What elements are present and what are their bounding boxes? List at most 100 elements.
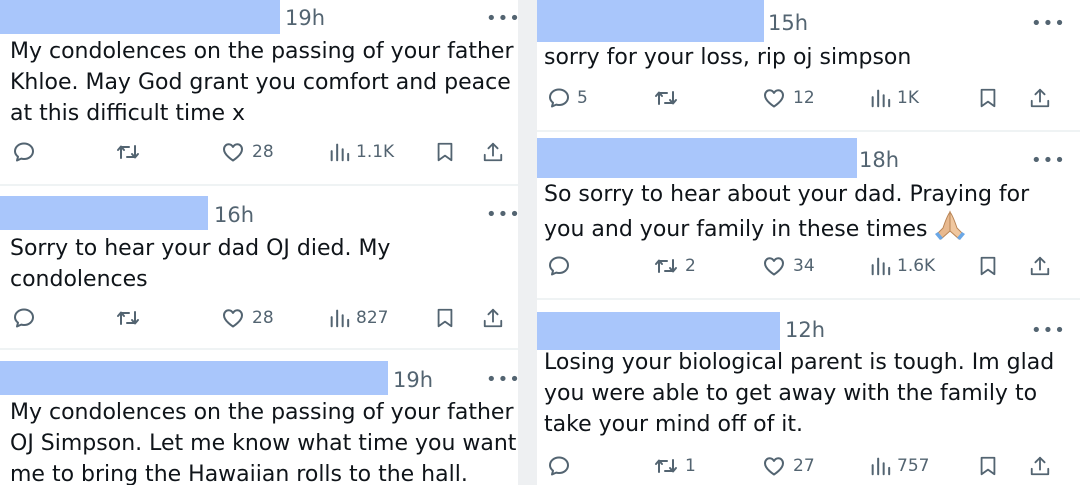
views-icon — [328, 140, 350, 164]
more-options-icon[interactable]: ••• — [486, 206, 518, 224]
more-options-icon[interactable]: ••• — [1031, 15, 1066, 33]
tweet-text-line: me to bring the Hawaiian rolls to the ha… — [10, 462, 468, 485]
retweet-icon — [115, 306, 141, 330]
reply-icon — [547, 86, 571, 110]
like-button[interactable]: 27 — [761, 454, 815, 478]
tweet-card[interactable]: 15h ••• sorry for your loss, rip oj simp… — [537, 0, 1080, 130]
retweet-count: 1 — [685, 456, 696, 476]
retweet-button[interactable]: 1 — [653, 454, 696, 478]
tweet-card[interactable]: 19h ••• My condolences on the passing of… — [0, 0, 518, 184]
views-button[interactable]: 827 — [328, 306, 388, 330]
tweet-card[interactable]: 19h ••• My condolences on the passing of… — [0, 350, 518, 485]
tweet-time[interactable]: 19h — [393, 368, 433, 392]
retweet-icon — [653, 454, 679, 478]
retweet-icon — [653, 254, 679, 278]
redacted-username — [0, 196, 208, 230]
right-screenshot: 15h ••• sorry for your loss, rip oj simp… — [537, 0, 1080, 485]
more-options-icon[interactable]: ••• — [486, 371, 518, 389]
share-button[interactable] — [1029, 86, 1051, 110]
tweet-text-line: sorry for your loss, rip oj simpson — [544, 45, 912, 70]
share-icon — [482, 306, 504, 330]
share-button[interactable] — [1029, 454, 1051, 478]
views-icon — [869, 254, 891, 278]
bookmark-icon — [434, 140, 456, 164]
bookmark-icon — [977, 254, 999, 278]
views-button[interactable]: 757 — [869, 454, 929, 478]
tweet-text-line-with-emoji: you and your family in these times — [544, 210, 967, 245]
share-icon — [1029, 254, 1051, 278]
tweet-time[interactable]: 18h — [859, 148, 899, 172]
like-button[interactable]: 28 — [220, 140, 274, 164]
reply-button[interactable] — [547, 454, 571, 478]
bookmark-icon — [434, 306, 456, 330]
share-icon — [482, 140, 504, 164]
reply-button[interactable]: 5 — [547, 86, 588, 110]
like-count: 28 — [252, 308, 274, 328]
retweet-button[interactable] — [115, 140, 141, 164]
views-icon — [328, 306, 350, 330]
tweet-text-line: you and your family in these times — [544, 217, 928, 242]
views-count: 1K — [897, 88, 919, 108]
redacted-username — [0, 0, 280, 34]
redacted-username — [537, 0, 764, 42]
tweet-text-line: So sorry to hear about your dad. Praying… — [544, 182, 1030, 207]
views-button[interactable]: 1K — [869, 86, 919, 110]
heart-icon — [220, 140, 246, 164]
heart-icon — [761, 254, 787, 278]
bookmark-icon — [977, 454, 999, 478]
tweet-text-line: OJ Simpson. Let me know what time you wa… — [10, 431, 517, 456]
share-icon — [1029, 454, 1051, 478]
heart-icon — [220, 306, 246, 330]
like-count: 12 — [793, 88, 815, 108]
retweet-icon — [653, 86, 679, 110]
views-count: 1.6K — [897, 256, 936, 276]
like-count: 27 — [793, 456, 815, 476]
like-button[interactable]: 28 — [220, 306, 274, 330]
folded-hands-emoji — [935, 210, 966, 240]
heart-icon — [761, 454, 787, 478]
like-count: 28 — [252, 142, 274, 162]
tweet-text-line: Khloe. May God grant you comfort and pea… — [10, 70, 511, 95]
more-options-icon[interactable]: ••• — [1031, 152, 1066, 170]
retweet-button[interactable]: 2 — [653, 254, 696, 278]
like-button[interactable]: 12 — [761, 86, 815, 110]
bookmark-button[interactable] — [434, 306, 456, 330]
more-options-icon[interactable]: ••• — [1031, 322, 1066, 340]
tweet-time[interactable]: 16h — [214, 203, 254, 227]
bookmark-icon — [977, 86, 999, 110]
like-button[interactable]: 34 — [761, 254, 815, 278]
share-button[interactable] — [1029, 254, 1051, 278]
views-count: 757 — [897, 456, 930, 476]
tweet-card[interactable]: 12h ••• Losing your biological parent is… — [537, 300, 1080, 485]
reply-icon — [547, 254, 571, 278]
retweet-icon — [115, 140, 141, 164]
tweet-time[interactable]: 12h — [785, 318, 825, 342]
retweet-button[interactable] — [653, 86, 679, 110]
reply-button[interactable] — [12, 140, 36, 164]
retweet-button[interactable] — [115, 306, 141, 330]
share-button[interactable] — [482, 306, 504, 330]
reply-button[interactable] — [547, 254, 571, 278]
reply-count: 5 — [577, 88, 588, 108]
tweet-time[interactable]: 15h — [768, 11, 808, 35]
views-count: 1.1K — [356, 142, 395, 162]
reply-button[interactable] — [12, 306, 36, 330]
bookmark-button[interactable] — [434, 140, 456, 164]
reply-icon — [12, 140, 36, 164]
tweet-card[interactable]: 16h ••• Sorry to hear your dad OJ died. … — [0, 186, 518, 348]
tweet-text-line: condolences — [10, 267, 148, 292]
bookmark-button[interactable] — [977, 86, 999, 110]
bookmark-button[interactable] — [977, 254, 999, 278]
redacted-username — [537, 312, 780, 350]
reply-icon — [12, 306, 36, 330]
share-button[interactable] — [482, 140, 504, 164]
tweet-card[interactable]: 18h ••• So sorry to hear about your dad.… — [537, 132, 1080, 298]
tweet-text-line: My condolences on the passing of your fa… — [10, 39, 514, 64]
more-options-icon[interactable]: ••• — [486, 10, 518, 28]
tweet-text-line: at this difficult time x — [10, 101, 246, 126]
tweet-time[interactable]: 19h — [285, 6, 325, 30]
views-button[interactable]: 1.1K — [328, 140, 394, 164]
bookmark-button[interactable] — [977, 454, 999, 478]
views-button[interactable]: 1.6K — [869, 254, 935, 278]
retweet-count: 2 — [685, 256, 696, 276]
